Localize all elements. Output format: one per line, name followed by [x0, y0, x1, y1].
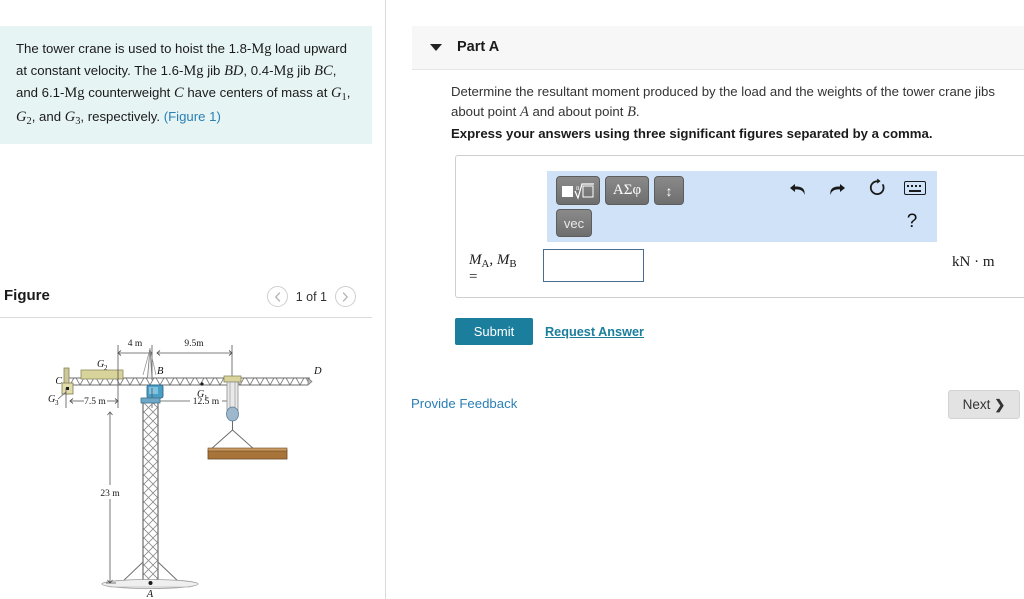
right-panel: Part A Determine the resultant moment pr… [387, 0, 1024, 599]
figure-label-g3: G 3 [48, 394, 59, 407]
figure-label-b: B [157, 366, 164, 377]
page-root: The tower crane is used to hoist the 1.8… [0, 0, 1024, 599]
question-text-b: and about point [528, 103, 628, 119]
top-dimension-lines [117, 345, 233, 382]
trolley-and-hoist [207, 375, 288, 460]
dim-label-23m: 23 m [100, 489, 120, 499]
help-button[interactable]: ? [899, 209, 925, 235]
vector-button[interactable]: vec [556, 209, 592, 237]
figure-label-a: A [146, 589, 154, 599]
figure-pager: 1 of 1 [266, 286, 356, 307]
redo-arrow-icon [829, 183, 845, 195]
question-point-b: B [627, 103, 636, 120]
keyboard-button[interactable] [902, 179, 928, 197]
problem-text-line1b: load upward [271, 41, 347, 56]
slewing-ring [140, 397, 161, 404]
chevron-right-icon [342, 291, 349, 302]
svg-text:3: 3 [55, 399, 59, 407]
answer-equals: = [469, 269, 478, 286]
problem-text-line2c: , 0.4- [243, 63, 274, 79]
crane-mast [142, 397, 159, 584]
next-button-label: Next [962, 397, 991, 412]
label-g2: G2 [16, 108, 32, 127]
question-text: Determine the resultant moment produced … [451, 82, 1017, 124]
keyboard-icon [904, 181, 926, 195]
problem-text-line2: at constant velocity. The 1.6- [16, 63, 184, 79]
dim-label-75m: 7.5 m [84, 397, 106, 407]
problem-text-line2b: jib [203, 63, 225, 79]
point-a-dot [148, 581, 153, 585]
greek-symbols-button[interactable]: ΑΣφ [605, 176, 649, 205]
caret-down-icon[interactable] [430, 44, 442, 51]
question-point-a: A [519, 103, 529, 120]
unit-mg-4: Mg [64, 85, 85, 102]
provide-feedback-link[interactable]: Provide Feedback [411, 396, 517, 411]
g1-center-dot [200, 382, 204, 386]
chevron-left-icon [274, 291, 280, 302]
figure-page-label: 1 of 1 [295, 289, 327, 304]
answer-symbol-mb: MB [496, 252, 517, 271]
answer-symbol-ma: MA [469, 252, 490, 271]
problem-text-line4b: , respectively. [80, 108, 164, 124]
unit-mg-1: Mg [251, 41, 272, 57]
svg-text:2: 2 [104, 364, 108, 372]
label-g3: G3 [64, 108, 81, 127]
sep-1: , [346, 85, 351, 101]
answer-units: kN · m [952, 254, 995, 270]
unit-mg-3: Mg [273, 63, 294, 80]
nth-root-icon: n [562, 182, 594, 200]
math-toolbar: n ΑΣφ ↕ vec ? [547, 171, 937, 242]
redo-button[interactable] [825, 177, 849, 201]
left-panel: The tower crane is used to hoist the 1.8… [0, 0, 386, 599]
figure-header: Figure 1 of 1 [0, 283, 372, 317]
answer-label-comma: , [489, 252, 497, 268]
figure-image[interactable]: 4 m 9.5m C G 2 G 3 D B 7.5 m 12.5 m G 1 … [0, 322, 372, 599]
problem-statement: The tower crane is used to hoist the 1.8… [0, 26, 372, 144]
chevron-right-icon: ❯ [994, 396, 1006, 412]
part-title: Part A [457, 39, 500, 55]
dim-label-4m: 4 m [128, 339, 143, 349]
reset-button[interactable] [865, 175, 889, 201]
dim-label-95m: 9.5m [184, 339, 204, 349]
answer-input[interactable] [543, 249, 644, 282]
counterweight-block-g2 [80, 369, 124, 380]
figure-divider [0, 317, 372, 318]
figure-1-link[interactable]: (Figure 1) [164, 109, 221, 124]
figure-label-d: D [313, 366, 322, 377]
next-button[interactable]: Next ❯ [948, 390, 1020, 419]
figure-title: Figure [4, 287, 50, 304]
figure-prev-button[interactable] [266, 286, 288, 307]
undo-button[interactable] [785, 177, 809, 201]
g3-center-dot [66, 387, 69, 390]
question-text-c: . [635, 103, 640, 119]
operator-cab [146, 384, 164, 399]
problem-text-line3d: have centers of mass [183, 85, 313, 101]
label-c: C [174, 85, 184, 102]
reset-circular-arrow-icon [869, 178, 884, 195]
part-a-header[interactable]: Part A [412, 26, 1024, 70]
problem-text-line3c: counterweight [84, 85, 174, 101]
updown-arrows-button[interactable]: ↕ [654, 176, 684, 205]
request-answer-link[interactable]: Request Answer [545, 325, 644, 339]
tower-crane-diagram: 4 m 9.5m C G 2 G 3 D B 7.5 m 12.5 m G 1 … [48, 339, 322, 599]
label-g1: G1 [331, 85, 347, 103]
sep-2: , and [31, 108, 65, 124]
figure-next-button[interactable] [335, 286, 356, 307]
submit-button[interactable]: Submit [455, 318, 533, 345]
problem-text-line1: The tower crane is used to hoist the 1.8… [16, 41, 252, 56]
unit-mg-2: Mg [183, 63, 204, 80]
problem-text-line4: at [316, 85, 332, 101]
svg-text:1: 1 [204, 394, 208, 402]
problem-text-line2d: jib [293, 63, 311, 79]
label-bd: BD [224, 63, 244, 80]
answer-label: MA, MB = [469, 252, 539, 286]
label-bc: BC [314, 63, 333, 80]
answer-instruction: Express your answers using three signifi… [451, 126, 933, 141]
sqrt-button[interactable]: n [556, 176, 600, 205]
mast-apex [142, 347, 157, 379]
undo-arrow-icon [789, 183, 805, 195]
answer-entry-panel: n ΑΣφ ↕ vec ? MA, MB = kN · m [455, 155, 1024, 298]
figure-label-c: C [55, 376, 62, 387]
svg-text:n: n [576, 184, 580, 192]
